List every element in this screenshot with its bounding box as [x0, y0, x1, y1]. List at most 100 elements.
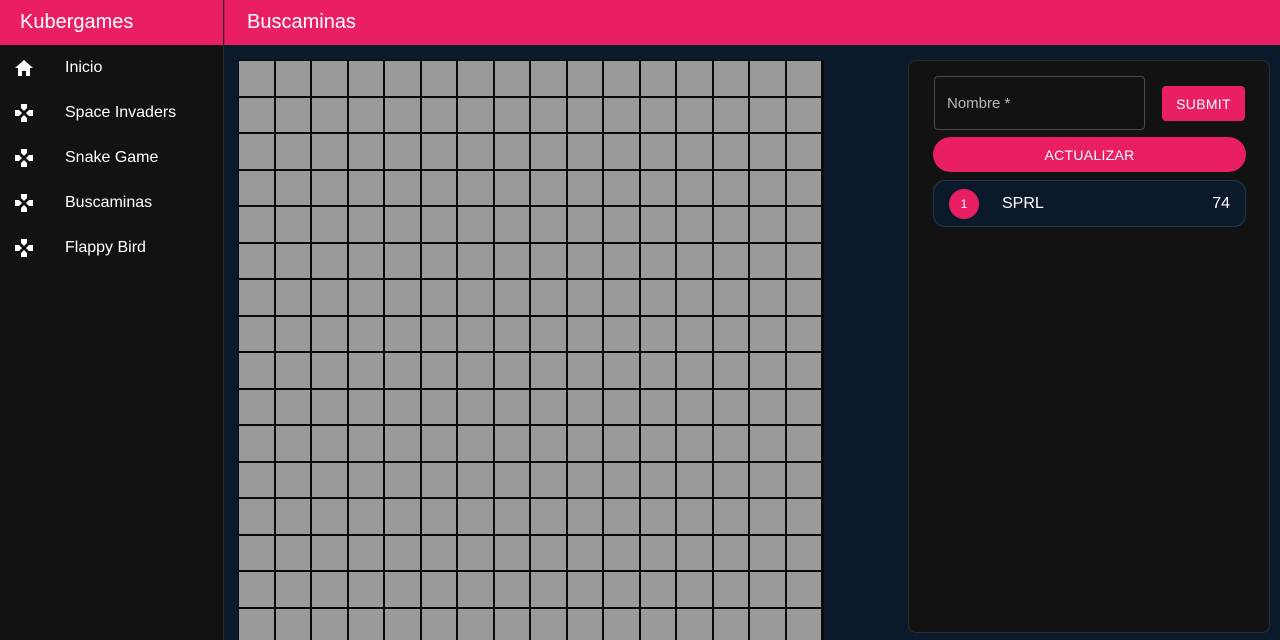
board-cell[interactable] [567, 572, 602, 607]
board-cell[interactable] [239, 426, 274, 461]
board-cell[interactable] [713, 280, 748, 315]
board-cell[interactable] [312, 134, 347, 169]
board-cell[interactable] [604, 207, 639, 242]
board-cell[interactable] [677, 499, 712, 534]
board-cell[interactable] [458, 608, 493, 640]
board-cell[interactable] [677, 134, 712, 169]
board-cell[interactable] [312, 535, 347, 570]
board-cell[interactable] [312, 462, 347, 497]
board-cell[interactable] [494, 608, 529, 640]
board-cell[interactable] [713, 535, 748, 570]
board-cell[interactable] [750, 499, 785, 534]
board-cell[interactable] [494, 170, 529, 205]
board-cell[interactable] [604, 353, 639, 388]
board-cell[interactable] [239, 499, 274, 534]
board-cell[interactable] [458, 61, 493, 96]
board-cell[interactable] [677, 170, 712, 205]
board-cell[interactable] [713, 243, 748, 278]
board-cell[interactable] [604, 280, 639, 315]
board-cell[interactable] [786, 353, 821, 388]
board-cell[interactable] [750, 61, 785, 96]
board-cell[interactable] [750, 97, 785, 132]
board-cell[interactable] [275, 608, 310, 640]
board-cell[interactable] [458, 280, 493, 315]
sidebar-item-inicio[interactable]: Inicio [0, 45, 223, 90]
board-cell[interactable] [421, 280, 456, 315]
board-cell[interactable] [640, 170, 675, 205]
board-cell[interactable] [677, 61, 712, 96]
board-cell[interactable] [385, 535, 420, 570]
board-cell[interactable] [750, 426, 785, 461]
board-cell[interactable] [312, 280, 347, 315]
board-cell[interactable] [458, 572, 493, 607]
board-cell[interactable] [677, 316, 712, 351]
update-button[interactable]: ACTUALIZAR [933, 137, 1246, 172]
board-cell[interactable] [348, 499, 383, 534]
board-cell[interactable] [713, 353, 748, 388]
board-cell[interactable] [348, 353, 383, 388]
board-cell[interactable] [312, 572, 347, 607]
board-cell[interactable] [713, 97, 748, 132]
board-cell[interactable] [494, 316, 529, 351]
board-cell[interactable] [604, 316, 639, 351]
board-cell[interactable] [640, 134, 675, 169]
board-cell[interactable] [531, 134, 566, 169]
board-cell[interactable] [531, 535, 566, 570]
board-cell[interactable] [312, 316, 347, 351]
board-cell[interactable] [494, 97, 529, 132]
board-cell[interactable] [385, 572, 420, 607]
board-cell[interactable] [567, 535, 602, 570]
board-cell[interactable] [458, 316, 493, 351]
board-cell[interactable] [312, 499, 347, 534]
board-cell[interactable] [604, 389, 639, 424]
board-cell[interactable] [458, 207, 493, 242]
board-cell[interactable] [531, 243, 566, 278]
board-cell[interactable] [531, 170, 566, 205]
board-cell[interactable] [713, 316, 748, 351]
board-cell[interactable] [640, 426, 675, 461]
board-cell[interactable] [567, 134, 602, 169]
board-cell[interactable] [421, 61, 456, 96]
board-cell[interactable] [348, 61, 383, 96]
board-cell[interactable] [312, 207, 347, 242]
board-cell[interactable] [458, 462, 493, 497]
board-cell[interactable] [604, 608, 639, 640]
board-cell[interactable] [348, 316, 383, 351]
board-cell[interactable] [713, 61, 748, 96]
board-cell[interactable] [312, 170, 347, 205]
board-cell[interactable] [677, 207, 712, 242]
board-cell[interactable] [567, 316, 602, 351]
board-cell[interactable] [677, 572, 712, 607]
board-cell[interactable] [312, 61, 347, 96]
board-cell[interactable] [604, 535, 639, 570]
board-cell[interactable] [531, 280, 566, 315]
board-cell[interactable] [567, 207, 602, 242]
board-cell[interactable] [677, 462, 712, 497]
board-cell[interactable] [348, 280, 383, 315]
board-cell[interactable] [385, 389, 420, 424]
board-cell[interactable] [640, 61, 675, 96]
board-cell[interactable] [348, 243, 383, 278]
board-cell[interactable] [567, 353, 602, 388]
board-cell[interactable] [275, 389, 310, 424]
board-cell[interactable] [239, 316, 274, 351]
board-cell[interactable] [640, 572, 675, 607]
board-cell[interactable] [531, 207, 566, 242]
board-cell[interactable] [786, 170, 821, 205]
board-cell[interactable] [312, 243, 347, 278]
board-cell[interactable] [750, 572, 785, 607]
board-cell[interactable] [713, 207, 748, 242]
board-cell[interactable] [786, 97, 821, 132]
board-cell[interactable] [275, 134, 310, 169]
board-cell[interactable] [786, 280, 821, 315]
board-cell[interactable] [567, 499, 602, 534]
board-cell[interactable] [348, 134, 383, 169]
board-cell[interactable] [640, 608, 675, 640]
board-cell[interactable] [786, 389, 821, 424]
board-cell[interactable] [312, 97, 347, 132]
board-cell[interactable] [275, 97, 310, 132]
board-cell[interactable] [640, 389, 675, 424]
board-cell[interactable] [786, 499, 821, 534]
board-cell[interactable] [385, 207, 420, 242]
board-cell[interactable] [604, 572, 639, 607]
